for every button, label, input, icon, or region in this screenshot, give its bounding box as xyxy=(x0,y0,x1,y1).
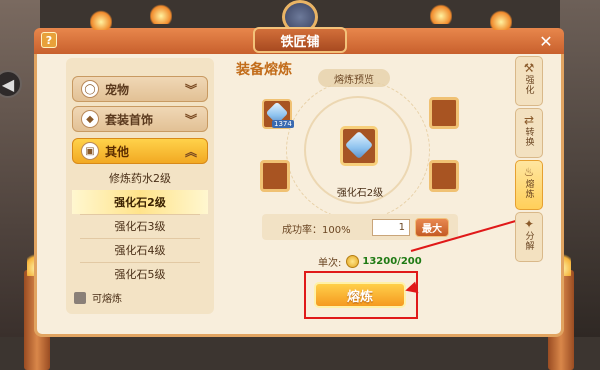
chevron-down-icon: ︾ xyxy=(184,113,197,127)
tab-label: 熔炼 xyxy=(523,179,534,199)
smeltable-checkbox[interactable] xyxy=(74,292,86,304)
category-label: 套装首饰 xyxy=(105,112,154,127)
chevron-down-icon: ︾ xyxy=(184,83,197,97)
tag-icon: ◆ xyxy=(81,110,99,128)
cost-label: 单次: xyxy=(318,258,342,269)
list-item[interactable]: 强化石5级 xyxy=(72,262,208,286)
flame-icon: ♨ xyxy=(523,165,535,179)
convert-icon: ⇄ xyxy=(523,113,535,127)
decompose-icon: ✦ xyxy=(523,217,535,231)
category-pet[interactable]: ◯ 宠物 ︾ xyxy=(72,76,208,102)
cost-line: 单次: 13200/200 xyxy=(318,254,422,269)
input-slot-empty[interactable] xyxy=(429,160,459,192)
tab-label: 转换 xyxy=(523,127,534,147)
anvil-icon: ⚒ xyxy=(523,61,535,75)
tab-smelt[interactable]: ♨ 熔炼 xyxy=(515,160,543,210)
tab-label: 强化 xyxy=(523,75,534,95)
input-slot-empty[interactable] xyxy=(429,97,459,129)
quantity-input[interactable]: 1 xyxy=(372,219,410,236)
enhance-stone-icon xyxy=(344,130,374,160)
chevron-up-icon: ︽ xyxy=(184,145,197,159)
success-rate-label: 成功率：100% xyxy=(282,225,351,236)
smeltable-label: 可熔炼 xyxy=(92,294,122,305)
header-flame-icon xyxy=(150,4,172,24)
list-item[interactable]: 强化石4级 xyxy=(72,238,208,262)
close-button[interactable]: ✕ xyxy=(537,32,555,51)
header-flame-icon xyxy=(430,4,452,24)
cost-value: 13200/200 xyxy=(362,256,422,267)
header-flame-icon xyxy=(90,10,112,30)
category-label: 宠物 xyxy=(105,82,130,97)
category-label: 其他 xyxy=(105,144,130,159)
highlight-box xyxy=(304,271,418,319)
result-slot[interactable] xyxy=(340,126,378,166)
section-title: 装备熔炼 xyxy=(236,62,292,78)
help-button[interactable]: ? xyxy=(41,32,57,48)
gold-coin-icon xyxy=(346,255,360,268)
max-button[interactable]: 最大 xyxy=(415,218,449,237)
list-item[interactable]: 修炼药水2级 xyxy=(72,166,208,190)
header-flame-icon xyxy=(490,10,512,30)
result-item-name: 强化石2级 xyxy=(336,188,384,199)
item-count: 1374 xyxy=(272,120,294,128)
bag-icon: ▣ xyxy=(81,142,99,160)
tab-decompose[interactable]: ✦ 分解 xyxy=(515,212,543,262)
list-item-selected[interactable]: 强化石2级 xyxy=(72,190,208,214)
window-title: 铁匠铺 xyxy=(253,27,347,53)
category-suit-jewelry[interactable]: ◆ 套装首饰 ︾ xyxy=(72,106,208,132)
list-item[interactable]: 强化石3级 xyxy=(72,214,208,238)
tab-enhance[interactable]: ⚒ 强化 xyxy=(515,56,543,106)
tab-convert[interactable]: ⇄ 转换 xyxy=(515,108,543,158)
input-slot-empty[interactable] xyxy=(260,160,290,192)
category-other[interactable]: ▣ 其他 ︽ xyxy=(72,138,208,164)
tab-label: 分解 xyxy=(523,231,534,251)
egg-icon: ◯ xyxy=(81,80,99,98)
